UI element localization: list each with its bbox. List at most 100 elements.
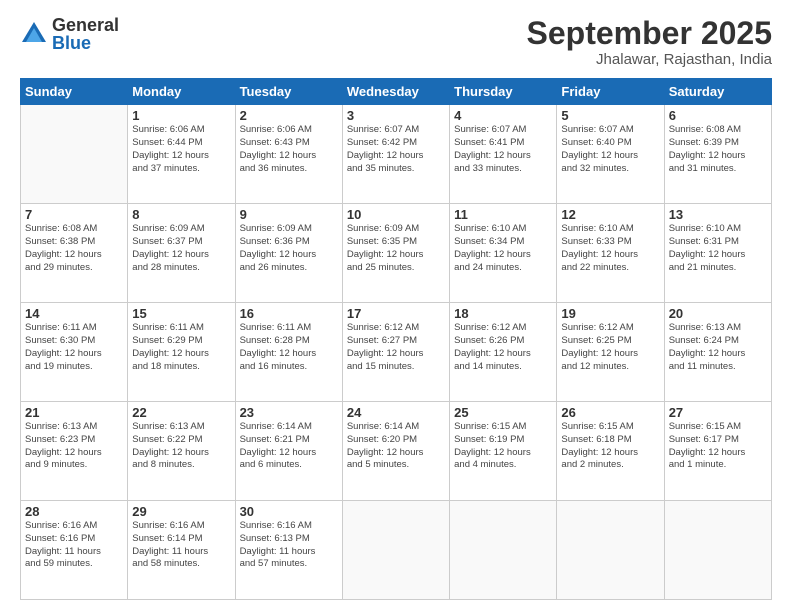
day-number: 22 <box>132 405 230 420</box>
calendar-cell: 24Sunrise: 6:14 AM Sunset: 6:20 PM Dayli… <box>342 402 449 501</box>
calendar-cell: 27Sunrise: 6:15 AM Sunset: 6:17 PM Dayli… <box>664 402 771 501</box>
day-info: Sunrise: 6:12 AM Sunset: 6:26 PM Dayligh… <box>454 322 552 373</box>
calendar-header: SundayMondayTuesdayWednesdayThursdayFrid… <box>21 79 772 105</box>
day-info: Sunrise: 6:11 AM Sunset: 6:30 PM Dayligh… <box>25 322 123 373</box>
calendar-cell: 4Sunrise: 6:07 AM Sunset: 6:41 PM Daylig… <box>450 105 557 204</box>
calendar-table: SundayMondayTuesdayWednesdayThursdayFrid… <box>20 78 772 600</box>
calendar-cell: 23Sunrise: 6:14 AM Sunset: 6:21 PM Dayli… <box>235 402 342 501</box>
calendar-cell: 10Sunrise: 6:09 AM Sunset: 6:35 PM Dayli… <box>342 204 449 303</box>
day-number: 13 <box>669 207 767 222</box>
calendar-week-3: 21Sunrise: 6:13 AM Sunset: 6:23 PM Dayli… <box>21 402 772 501</box>
day-number: 24 <box>347 405 445 420</box>
month-title: September 2025 <box>527 16 772 51</box>
logo: General Blue <box>20 16 119 52</box>
calendar-cell: 1Sunrise: 6:06 AM Sunset: 6:44 PM Daylig… <box>128 105 235 204</box>
day-info: Sunrise: 6:15 AM Sunset: 6:18 PM Dayligh… <box>561 421 659 472</box>
day-info: Sunrise: 6:16 AM Sunset: 6:14 PM Dayligh… <box>132 520 230 571</box>
logo-general: General <box>52 16 119 34</box>
calendar-cell: 26Sunrise: 6:15 AM Sunset: 6:18 PM Dayli… <box>557 402 664 501</box>
day-number: 4 <box>454 108 552 123</box>
day-number: 10 <box>347 207 445 222</box>
calendar-week-4: 28Sunrise: 6:16 AM Sunset: 6:16 PM Dayli… <box>21 501 772 600</box>
day-info: Sunrise: 6:07 AM Sunset: 6:41 PM Dayligh… <box>454 124 552 175</box>
day-info: Sunrise: 6:08 AM Sunset: 6:39 PM Dayligh… <box>669 124 767 175</box>
calendar-cell: 3Sunrise: 6:07 AM Sunset: 6:42 PM Daylig… <box>342 105 449 204</box>
calendar-cell <box>664 501 771 600</box>
day-info: Sunrise: 6:16 AM Sunset: 6:16 PM Dayligh… <box>25 520 123 571</box>
day-number: 2 <box>240 108 338 123</box>
day-number: 19 <box>561 306 659 321</box>
day-number: 29 <box>132 504 230 519</box>
day-number: 5 <box>561 108 659 123</box>
day-info: Sunrise: 6:07 AM Sunset: 6:42 PM Dayligh… <box>347 124 445 175</box>
day-info: Sunrise: 6:10 AM Sunset: 6:34 PM Dayligh… <box>454 223 552 274</box>
header: General Blue September 2025 Jhalawar, Ra… <box>20 16 772 68</box>
header-cell-friday: Friday <box>557 79 664 105</box>
header-row: SundayMondayTuesdayWednesdayThursdayFrid… <box>21 79 772 105</box>
calendar-cell: 6Sunrise: 6:08 AM Sunset: 6:39 PM Daylig… <box>664 105 771 204</box>
day-info: Sunrise: 6:06 AM Sunset: 6:43 PM Dayligh… <box>240 124 338 175</box>
day-info: Sunrise: 6:14 AM Sunset: 6:20 PM Dayligh… <box>347 421 445 472</box>
day-number: 6 <box>669 108 767 123</box>
day-info: Sunrise: 6:10 AM Sunset: 6:33 PM Dayligh… <box>561 223 659 274</box>
day-number: 11 <box>454 207 552 222</box>
location-subtitle: Jhalawar, Rajasthan, India <box>527 51 772 68</box>
header-cell-saturday: Saturday <box>664 79 771 105</box>
day-number: 20 <box>669 306 767 321</box>
day-number: 7 <box>25 207 123 222</box>
calendar-cell <box>21 105 128 204</box>
day-info: Sunrise: 6:12 AM Sunset: 6:27 PM Dayligh… <box>347 322 445 373</box>
day-info: Sunrise: 6:06 AM Sunset: 6:44 PM Dayligh… <box>132 124 230 175</box>
day-number: 15 <box>132 306 230 321</box>
day-number: 16 <box>240 306 338 321</box>
day-info: Sunrise: 6:15 AM Sunset: 6:19 PM Dayligh… <box>454 421 552 472</box>
day-number: 12 <box>561 207 659 222</box>
day-info: Sunrise: 6:10 AM Sunset: 6:31 PM Dayligh… <box>669 223 767 274</box>
day-number: 23 <box>240 405 338 420</box>
day-number: 30 <box>240 504 338 519</box>
header-cell-tuesday: Tuesday <box>235 79 342 105</box>
calendar-week-2: 14Sunrise: 6:11 AM Sunset: 6:30 PM Dayli… <box>21 303 772 402</box>
page: General Blue September 2025 Jhalawar, Ra… <box>0 0 792 612</box>
calendar-cell: 14Sunrise: 6:11 AM Sunset: 6:30 PM Dayli… <box>21 303 128 402</box>
calendar-cell: 29Sunrise: 6:16 AM Sunset: 6:14 PM Dayli… <box>128 501 235 600</box>
header-cell-wednesday: Wednesday <box>342 79 449 105</box>
calendar-cell: 22Sunrise: 6:13 AM Sunset: 6:22 PM Dayli… <box>128 402 235 501</box>
calendar-week-0: 1Sunrise: 6:06 AM Sunset: 6:44 PM Daylig… <box>21 105 772 204</box>
day-info: Sunrise: 6:09 AM Sunset: 6:35 PM Dayligh… <box>347 223 445 274</box>
day-info: Sunrise: 6:11 AM Sunset: 6:29 PM Dayligh… <box>132 322 230 373</box>
day-info: Sunrise: 6:07 AM Sunset: 6:40 PM Dayligh… <box>561 124 659 175</box>
calendar-cell <box>450 501 557 600</box>
calendar-cell <box>557 501 664 600</box>
day-info: Sunrise: 6:09 AM Sunset: 6:36 PM Dayligh… <box>240 223 338 274</box>
day-info: Sunrise: 6:11 AM Sunset: 6:28 PM Dayligh… <box>240 322 338 373</box>
day-info: Sunrise: 6:14 AM Sunset: 6:21 PM Dayligh… <box>240 421 338 472</box>
day-number: 3 <box>347 108 445 123</box>
day-number: 18 <box>454 306 552 321</box>
title-block: September 2025 Jhalawar, Rajasthan, Indi… <box>527 16 772 68</box>
calendar-cell <box>342 501 449 600</box>
calendar-cell: 12Sunrise: 6:10 AM Sunset: 6:33 PM Dayli… <box>557 204 664 303</box>
day-number: 14 <box>25 306 123 321</box>
header-cell-monday: Monday <box>128 79 235 105</box>
day-info: Sunrise: 6:13 AM Sunset: 6:23 PM Dayligh… <box>25 421 123 472</box>
calendar-cell: 2Sunrise: 6:06 AM Sunset: 6:43 PM Daylig… <box>235 105 342 204</box>
calendar-body: 1Sunrise: 6:06 AM Sunset: 6:44 PM Daylig… <box>21 105 772 600</box>
logo-blue: Blue <box>52 34 119 52</box>
calendar-cell: 5Sunrise: 6:07 AM Sunset: 6:40 PM Daylig… <box>557 105 664 204</box>
day-info: Sunrise: 6:16 AM Sunset: 6:13 PM Dayligh… <box>240 520 338 571</box>
header-cell-thursday: Thursday <box>450 79 557 105</box>
calendar-cell: 16Sunrise: 6:11 AM Sunset: 6:28 PM Dayli… <box>235 303 342 402</box>
calendar-cell: 8Sunrise: 6:09 AM Sunset: 6:37 PM Daylig… <box>128 204 235 303</box>
day-number: 1 <box>132 108 230 123</box>
day-info: Sunrise: 6:15 AM Sunset: 6:17 PM Dayligh… <box>669 421 767 472</box>
calendar-cell: 13Sunrise: 6:10 AM Sunset: 6:31 PM Dayli… <box>664 204 771 303</box>
calendar-cell: 25Sunrise: 6:15 AM Sunset: 6:19 PM Dayli… <box>450 402 557 501</box>
day-number: 17 <box>347 306 445 321</box>
day-number: 21 <box>25 405 123 420</box>
calendar-cell: 7Sunrise: 6:08 AM Sunset: 6:38 PM Daylig… <box>21 204 128 303</box>
calendar-cell: 9Sunrise: 6:09 AM Sunset: 6:36 PM Daylig… <box>235 204 342 303</box>
calendar-week-1: 7Sunrise: 6:08 AM Sunset: 6:38 PM Daylig… <box>21 204 772 303</box>
day-info: Sunrise: 6:13 AM Sunset: 6:24 PM Dayligh… <box>669 322 767 373</box>
header-cell-sunday: Sunday <box>21 79 128 105</box>
